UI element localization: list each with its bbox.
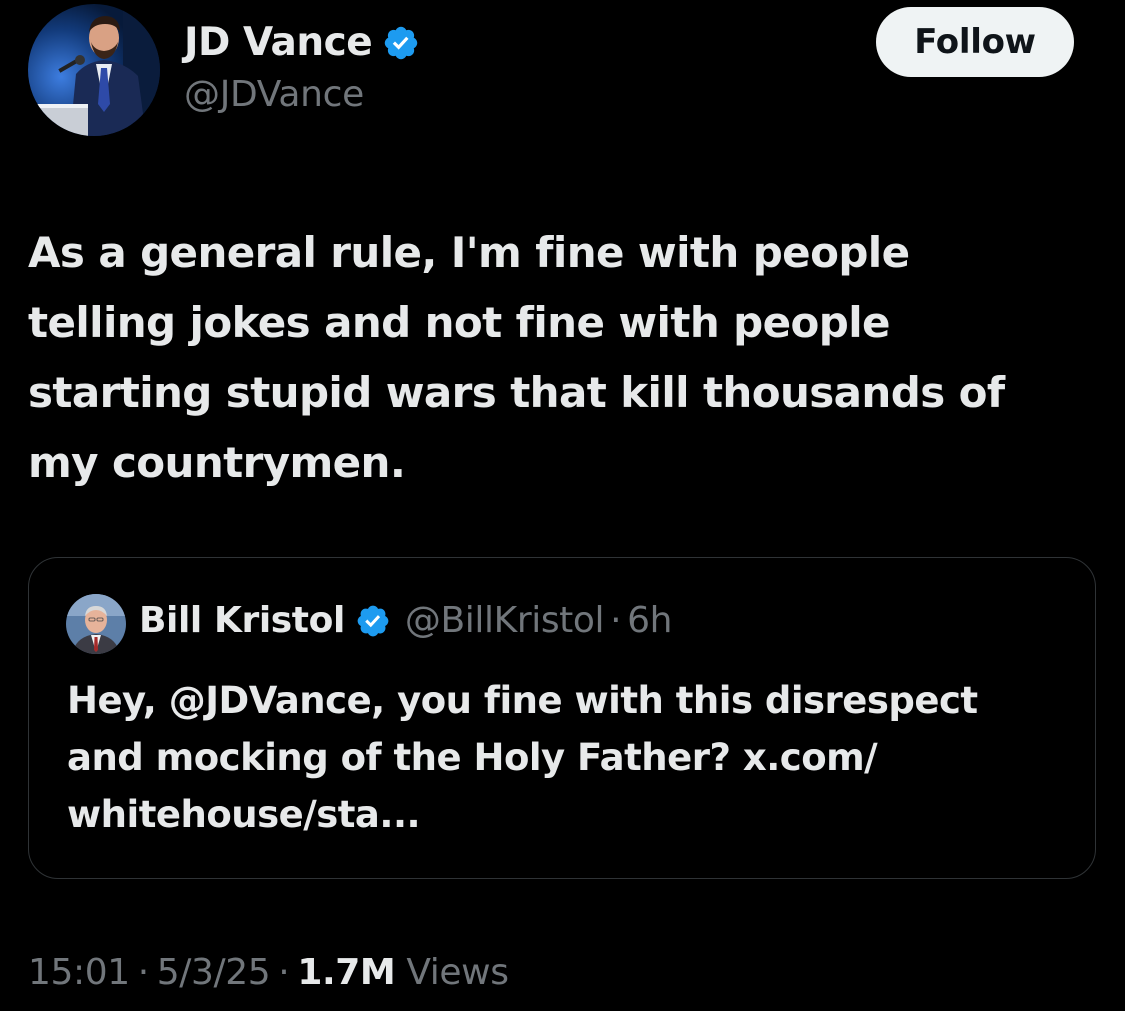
- author-handle[interactable]: @JDVance: [184, 74, 364, 115]
- quoted-tweet-text: Hey, @JDVance, you fine with this disres…: [67, 679, 978, 836]
- quoted-separator: ·: [610, 600, 622, 641]
- verified-badge-icon: [355, 603, 391, 639]
- quoted-author-name[interactable]: Bill Kristol: [139, 600, 345, 641]
- meta-separator: ·: [137, 952, 149, 993]
- quoted-author-handle[interactable]: @BillKristol: [405, 600, 605, 641]
- author-name[interactable]: JD Vance: [184, 20, 373, 65]
- verified-badge-icon: [382, 24, 420, 62]
- tweet-text: As a general rule, I'm fine with people …: [28, 228, 1005, 487]
- meta-separator: ·: [278, 952, 290, 993]
- author-avatar[interactable]: [28, 4, 160, 136]
- views-count: 1.7M: [297, 952, 396, 993]
- follow-button[interactable]: Follow: [876, 7, 1074, 77]
- tweet-time[interactable]: 15:01: [28, 952, 130, 993]
- quoted-timestamp[interactable]: 6h: [627, 600, 672, 641]
- quoted-author-avatar-image: [66, 594, 126, 654]
- tweet-date[interactable]: 5/3/25: [157, 952, 271, 993]
- tweet-meta: 15:01 · 5/3/25 · 1.7M Views: [28, 952, 509, 993]
- author-avatar-image: [28, 4, 160, 136]
- quoted-author-avatar[interactable]: [66, 594, 126, 654]
- quoted-tweet-card[interactable]: Bill Kristol @BillKristol · 6h Hey, @JDV…: [28, 557, 1096, 879]
- author-name-row[interactable]: JD Vance: [184, 20, 420, 65]
- views-label[interactable]: Views: [406, 952, 509, 993]
- quoted-tweet-header: Bill Kristol @BillKristol · 6h: [139, 600, 672, 641]
